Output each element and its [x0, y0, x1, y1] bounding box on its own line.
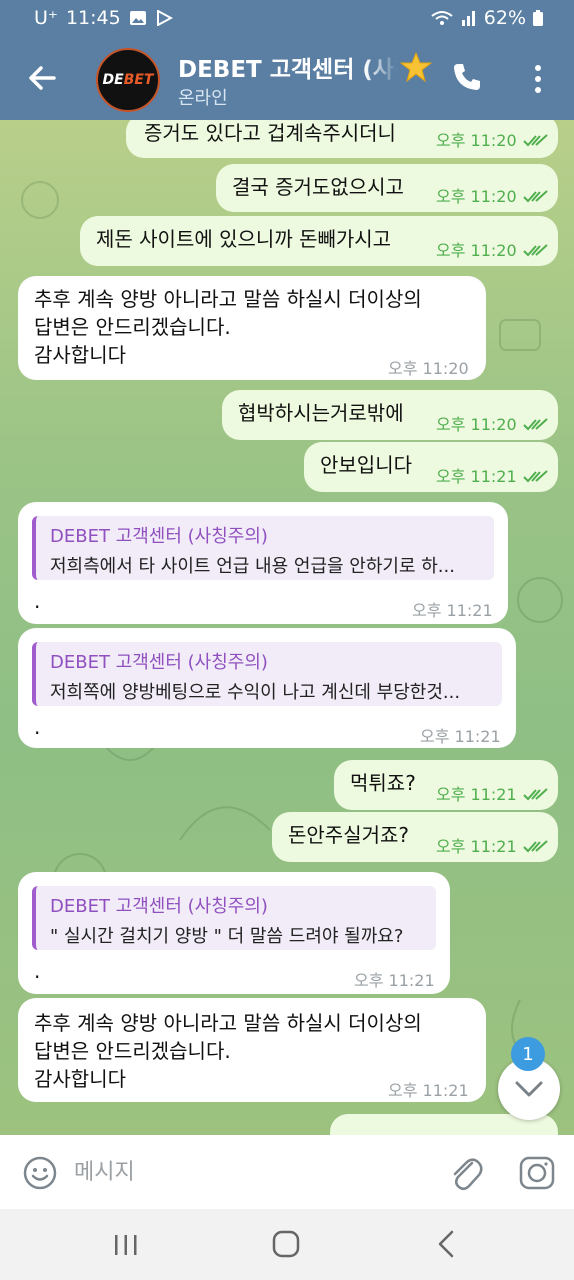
- avatar-text-de: DE: [102, 72, 124, 88]
- back-arrow-icon[interactable]: [24, 60, 60, 96]
- message-text: .: [34, 959, 41, 983]
- play-store-icon: [156, 10, 173, 26]
- message-text: .: [34, 589, 41, 613]
- chevron-down-icon: [515, 1081, 543, 1097]
- double-check-icon: [522, 190, 548, 203]
- message-text-line: 감사합니다: [34, 343, 126, 367]
- message-text: 돈안주실거죠?: [288, 823, 410, 847]
- avatar[interactable]: DE BET: [96, 48, 160, 112]
- phone-icon[interactable]: [452, 62, 482, 92]
- message-text-line: 추후 계속 양방 아니라고 말씀 하실시 더이상의: [34, 1011, 422, 1035]
- gallery-icon: [129, 11, 146, 25]
- message-time: 오후 11:20: [436, 131, 517, 150]
- message-meta: 오후 11:21: [436, 464, 549, 490]
- more-vert-icon[interactable]: [526, 62, 550, 96]
- message-text: 먹튀죠?: [350, 771, 416, 795]
- message-time: 오후 11:21: [420, 727, 501, 746]
- paperclip-icon[interactable]: [448, 1153, 484, 1193]
- message-bubble-outgoing[interactable]: 협박하시는거로밖에 오후 11:20: [222, 390, 558, 440]
- chat-title[interactable]: DEBET 고객센터 (사칭주의): [178, 50, 398, 82]
- message-bubble-incoming[interactable]: DEBET 고객센터 (사칭주의) " 실시간 걸치기 양방 " 더 말씀 드려…: [18, 872, 450, 994]
- avatar-text-bet: BET: [123, 72, 154, 88]
- nav-back-icon[interactable]: [434, 1229, 458, 1259]
- message-text: 협박하시는거로밖에: [238, 401, 404, 425]
- message-meta: 오후 11:20: [436, 128, 549, 154]
- reply-text: " 실시간 걸치기 양방 " 더 말씀 드려야 될까요?: [50, 926, 404, 947]
- system-nav-bar: [0, 1209, 574, 1280]
- reply-sender: DEBET 고객센터 (사칭주의): [50, 652, 268, 673]
- double-check-icon: [522, 470, 548, 483]
- carrier-label: U⁺: [34, 7, 58, 29]
- message-bubble-outgoing[interactable]: 안보입니다 오후 11:21: [304, 442, 558, 492]
- message-bubble-outgoing[interactable]: 먹튀죠? 오후 11:21: [334, 760, 558, 810]
- message-bubble-incoming[interactable]: 추후 계속 양방 아니라고 말씀 하실시 더이상의 답변은 안드리겠습니다. 감…: [18, 276, 486, 380]
- reply-text: 저희측에서 타 사이트 언급 내용 언급을 안하기로 하...: [50, 556, 455, 577]
- clock: 11:45: [65, 7, 121, 29]
- message-meta: 오후 11:21: [436, 782, 549, 808]
- emoji-icon[interactable]: [22, 1155, 58, 1191]
- message-time: 오후 11:20: [388, 359, 469, 378]
- message-bubble-incoming[interactable]: 추후 계속 양방 아니라고 말씀 하실시 더이상의 답변은 안드리겠습니다. 감…: [18, 998, 486, 1102]
- message-composer: [0, 1135, 574, 1209]
- message-time: 오후 11:21: [436, 467, 517, 486]
- message-text: .: [34, 715, 41, 739]
- message-bubble-outgoing[interactable]: 돈안주실거죠? 오후 11:21: [272, 812, 558, 862]
- double-check-icon: [522, 134, 548, 147]
- message-meta: 오후 11:20: [436, 238, 549, 264]
- message-time: 오후 11:20: [436, 241, 517, 260]
- double-check-icon: [522, 788, 548, 801]
- home-icon[interactable]: [271, 1229, 301, 1259]
- chat-header: DEBET DEBET 고객센터 (사칭주의) 온라인: [0, 36, 574, 120]
- battery-percent: 62%: [483, 7, 526, 29]
- message-time: 오후 11:21: [436, 837, 517, 856]
- message-time: 오후 11:21: [354, 971, 435, 990]
- double-check-icon: [522, 244, 548, 257]
- message-bubble-incoming[interactable]: DEBET 고객센터 (사칭주의) 저희측에서 타 사이트 언급 내용 언급을 …: [18, 502, 508, 624]
- reply-quote[interactable]: DEBET 고객센터 (사칭주의) 저희측에서 타 사이트 언급 내용 언급을 …: [32, 516, 494, 580]
- unread-badge: 1: [511, 1037, 545, 1071]
- reply-text: 저희쪽에 양방베팅으로 수익이 나고 계신데 부당한것...: [50, 682, 461, 703]
- message-text-line: 감사합니다: [34, 1067, 126, 1091]
- message-bubble-outgoing[interactable]: 증거도 있다고 겁계속주시더니 오후 11:20: [126, 120, 558, 158]
- reply-sender: DEBET 고객센터 (사칭주의): [50, 896, 268, 917]
- message-bubble-incoming[interactable]: DEBET 고객센터 (사칭주의) 저희쪽에 양방베팅으로 수익이 나고 계신데…: [18, 628, 516, 748]
- message-text: 증거도 있다고 겁계속주시더니: [144, 121, 396, 145]
- message-meta: 오후 11:20: [436, 184, 549, 210]
- message-meta: 오후 11:21: [436, 834, 549, 860]
- message-bubble-outgoing[interactable]: 결국 증거도없으시고 오후 11:20: [216, 164, 558, 212]
- recent-apps-icon[interactable]: [112, 1233, 140, 1257]
- message-text: 결국 증거도없으시고: [232, 175, 404, 199]
- message-meta: 오후 11:20: [436, 412, 549, 438]
- online-status: 온라인: [178, 88, 228, 109]
- message-time: 오후 11:21: [388, 1081, 469, 1100]
- reply-quote[interactable]: DEBET 고객센터 (사칭주의) 저희쪽에 양방베팅으로 수익이 나고 계신데…: [32, 642, 502, 706]
- message-text: 안보입니다: [320, 453, 412, 477]
- message-time: 오후 11:20: [436, 187, 517, 206]
- message-time: 오후 11:21: [412, 601, 493, 620]
- reply-sender: DEBET 고객센터 (사칭주의): [50, 526, 268, 547]
- status-bar: U⁺ 11:45 62%: [0, 0, 574, 36]
- battery-icon: [533, 10, 543, 26]
- message-bubble-outgoing[interactable]: 제돈 사이트에 있으니까 돈빼가시고 오후 11:20: [80, 216, 558, 266]
- message-text-line: 답변은 안드리겠습니다.: [34, 315, 231, 339]
- double-check-icon: [522, 840, 548, 853]
- reply-quote[interactable]: DEBET 고객센터 (사칭주의) " 실시간 걸치기 양방 " 더 말씀 드려…: [32, 886, 436, 950]
- wifi-icon: [431, 11, 453, 25]
- message-input[interactable]: [74, 1155, 434, 1189]
- message-text-line: 추후 계속 양방 아니라고 말씀 하실시 더이상의: [34, 287, 422, 311]
- message-text: 제돈 사이트에 있으니까 돈빼가시고: [96, 227, 392, 251]
- message-list[interactable]: 증거도 있다고 겁계속주시더니 오후 11:20 결국 증거도없으시고 오후 1…: [0, 120, 574, 1135]
- signal-icon: [461, 11, 475, 26]
- message-time: 오후 11:21: [436, 785, 517, 804]
- double-check-icon: [522, 418, 548, 431]
- star-icon: [400, 52, 432, 82]
- message-time: 오후 11:20: [436, 415, 517, 434]
- message-text-line: 답변은 안드리겠습니다.: [34, 1039, 231, 1063]
- camera-icon[interactable]: [518, 1155, 556, 1191]
